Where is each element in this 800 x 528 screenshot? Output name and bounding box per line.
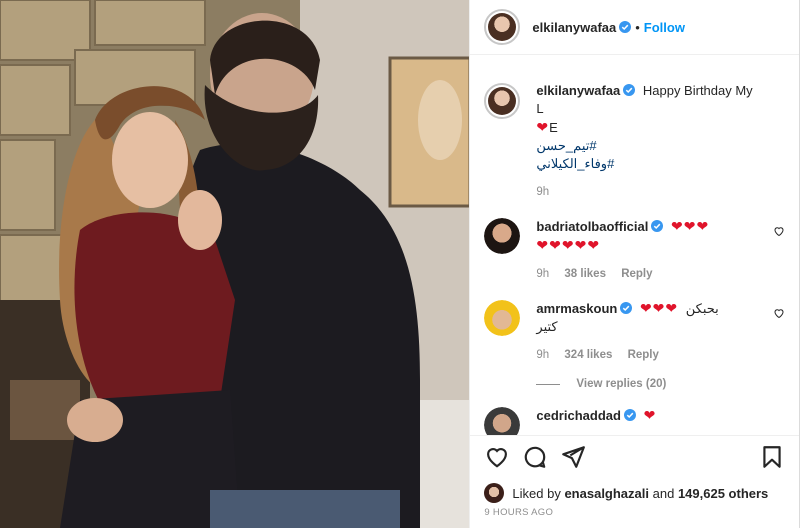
view-replies-button[interactable]: View replies (20) <box>536 378 785 390</box>
paper-plane-icon[interactable] <box>560 444 586 470</box>
commenter-avatar[interactable] <box>484 300 521 336</box>
hashtag-link[interactable]: #وفاء_الكيلاني <box>536 156 614 171</box>
caption-body: elkilanywafaa Happy Birthday My L ❤E #تي… <box>536 82 785 201</box>
reply-button[interactable]: Reply <box>621 268 652 280</box>
comment-likes[interactable]: 38 likes <box>564 268 606 280</box>
heart-outline-icon[interactable] <box>484 444 510 470</box>
commenter-username[interactable]: amrmaskoun <box>536 301 617 316</box>
comment-time: 9h <box>536 268 550 280</box>
likes-count[interactable]: 149,625 others <box>678 486 768 501</box>
verified-badge-icon <box>620 302 633 314</box>
liker-avatar[interactable] <box>484 483 505 503</box>
comment-body: badriatolbaofficial ❤❤❤ ❤❤❤❤❤ 9h 38 like… <box>536 217 785 283</box>
comment-body: cedrichaddad ❤ <box>536 406 785 435</box>
comment: cedrichaddad ❤ <box>484 406 785 435</box>
red-heart-emoji: ❤ <box>536 119 550 135</box>
commenter-avatar[interactable] <box>484 407 521 435</box>
comment-text: بحبكن <box>685 301 719 316</box>
caption-time: 9h <box>536 186 550 198</box>
author-avatar[interactable] <box>484 9 521 45</box>
reply-button[interactable]: Reply <box>628 349 659 361</box>
verified-badge-icon <box>651 220 664 232</box>
comment-like-icon[interactable] <box>773 225 785 237</box>
comment-like-icon[interactable] <box>773 307 785 319</box>
comment-time: 9h <box>536 349 550 361</box>
likes-prefix: Liked by <box>512 485 561 501</box>
post-photo[interactable] <box>0 0 470 528</box>
instagram-post: elkilanywafaa • Follow elkilanywafaa Hap… <box>0 0 800 528</box>
caption-author-avatar[interactable] <box>484 83 521 119</box>
likes-connector: and <box>652 485 675 501</box>
photo-illustration <box>0 0 470 528</box>
post-side-panel: elkilanywafaa • Follow elkilanywafaa Hap… <box>469 0 799 528</box>
comment-hearts: ❤❤❤ <box>671 218 710 234</box>
commenter-avatar[interactable] <box>484 218 521 254</box>
comment-meta: 9h 324 likes Reply <box>536 346 763 364</box>
comment-meta: 9h 38 likes Reply <box>536 265 763 283</box>
caption-meta: 9h <box>536 183 763 201</box>
commenter-username[interactable]: cedrichaddad <box>536 408 621 423</box>
comment-body: amrmaskoun ❤❤❤ بحبكن كتير 9h 324 likes R… <box>536 299 785 364</box>
author-username[interactable]: elkilanywafaa <box>532 20 616 35</box>
caption-username[interactable]: elkilanywafaa <box>536 83 620 98</box>
action-bar <box>470 435 799 483</box>
post-header: elkilanywafaa • Follow <box>470 0 799 55</box>
verified-badge-icon <box>623 84 636 96</box>
hashtag-link[interactable]: #تيم_حسن <box>536 138 596 153</box>
post-timestamp[interactable]: 9 HOURS AGO <box>484 507 553 518</box>
comments-list[interactable]: elkilanywafaa Happy Birthday My L ❤E #تي… <box>470 56 799 435</box>
verified-badge-icon <box>619 21 632 33</box>
caption: elkilanywafaa Happy Birthday My L ❤E #تي… <box>484 82 785 201</box>
comment: amrmaskoun ❤❤❤ بحبكن كتير 9h 324 likes R… <box>484 299 785 364</box>
comment-hearts: ❤❤❤❤❤ <box>536 237 601 253</box>
caption-text-continued: E <box>549 120 558 135</box>
comment: badriatolbaofficial ❤❤❤ ❤❤❤❤❤ 9h 38 like… <box>484 217 785 283</box>
comment-hearts: ❤❤❤ <box>639 300 679 316</box>
view-replies-label: View replies (20) <box>576 378 667 390</box>
likes-summary: Liked by enasalghazali and 149,625 other… <box>470 482 799 504</box>
replies-divider-line <box>536 383 561 385</box>
commenter-username[interactable]: badriatolbaofficial <box>536 219 648 234</box>
comment-hearts: ❤ <box>643 407 657 423</box>
verified-badge-icon <box>623 409 636 421</box>
comment-bubble-icon[interactable] <box>522 444 548 470</box>
liker-username[interactable]: enasalghazali <box>564 486 649 501</box>
follow-button[interactable]: Follow <box>644 20 685 35</box>
comment-text-continued: كتير <box>536 319 558 334</box>
bookmark-icon[interactable] <box>759 444 785 470</box>
header-separator: • <box>635 19 640 35</box>
comment-likes[interactable]: 324 likes <box>564 349 612 361</box>
